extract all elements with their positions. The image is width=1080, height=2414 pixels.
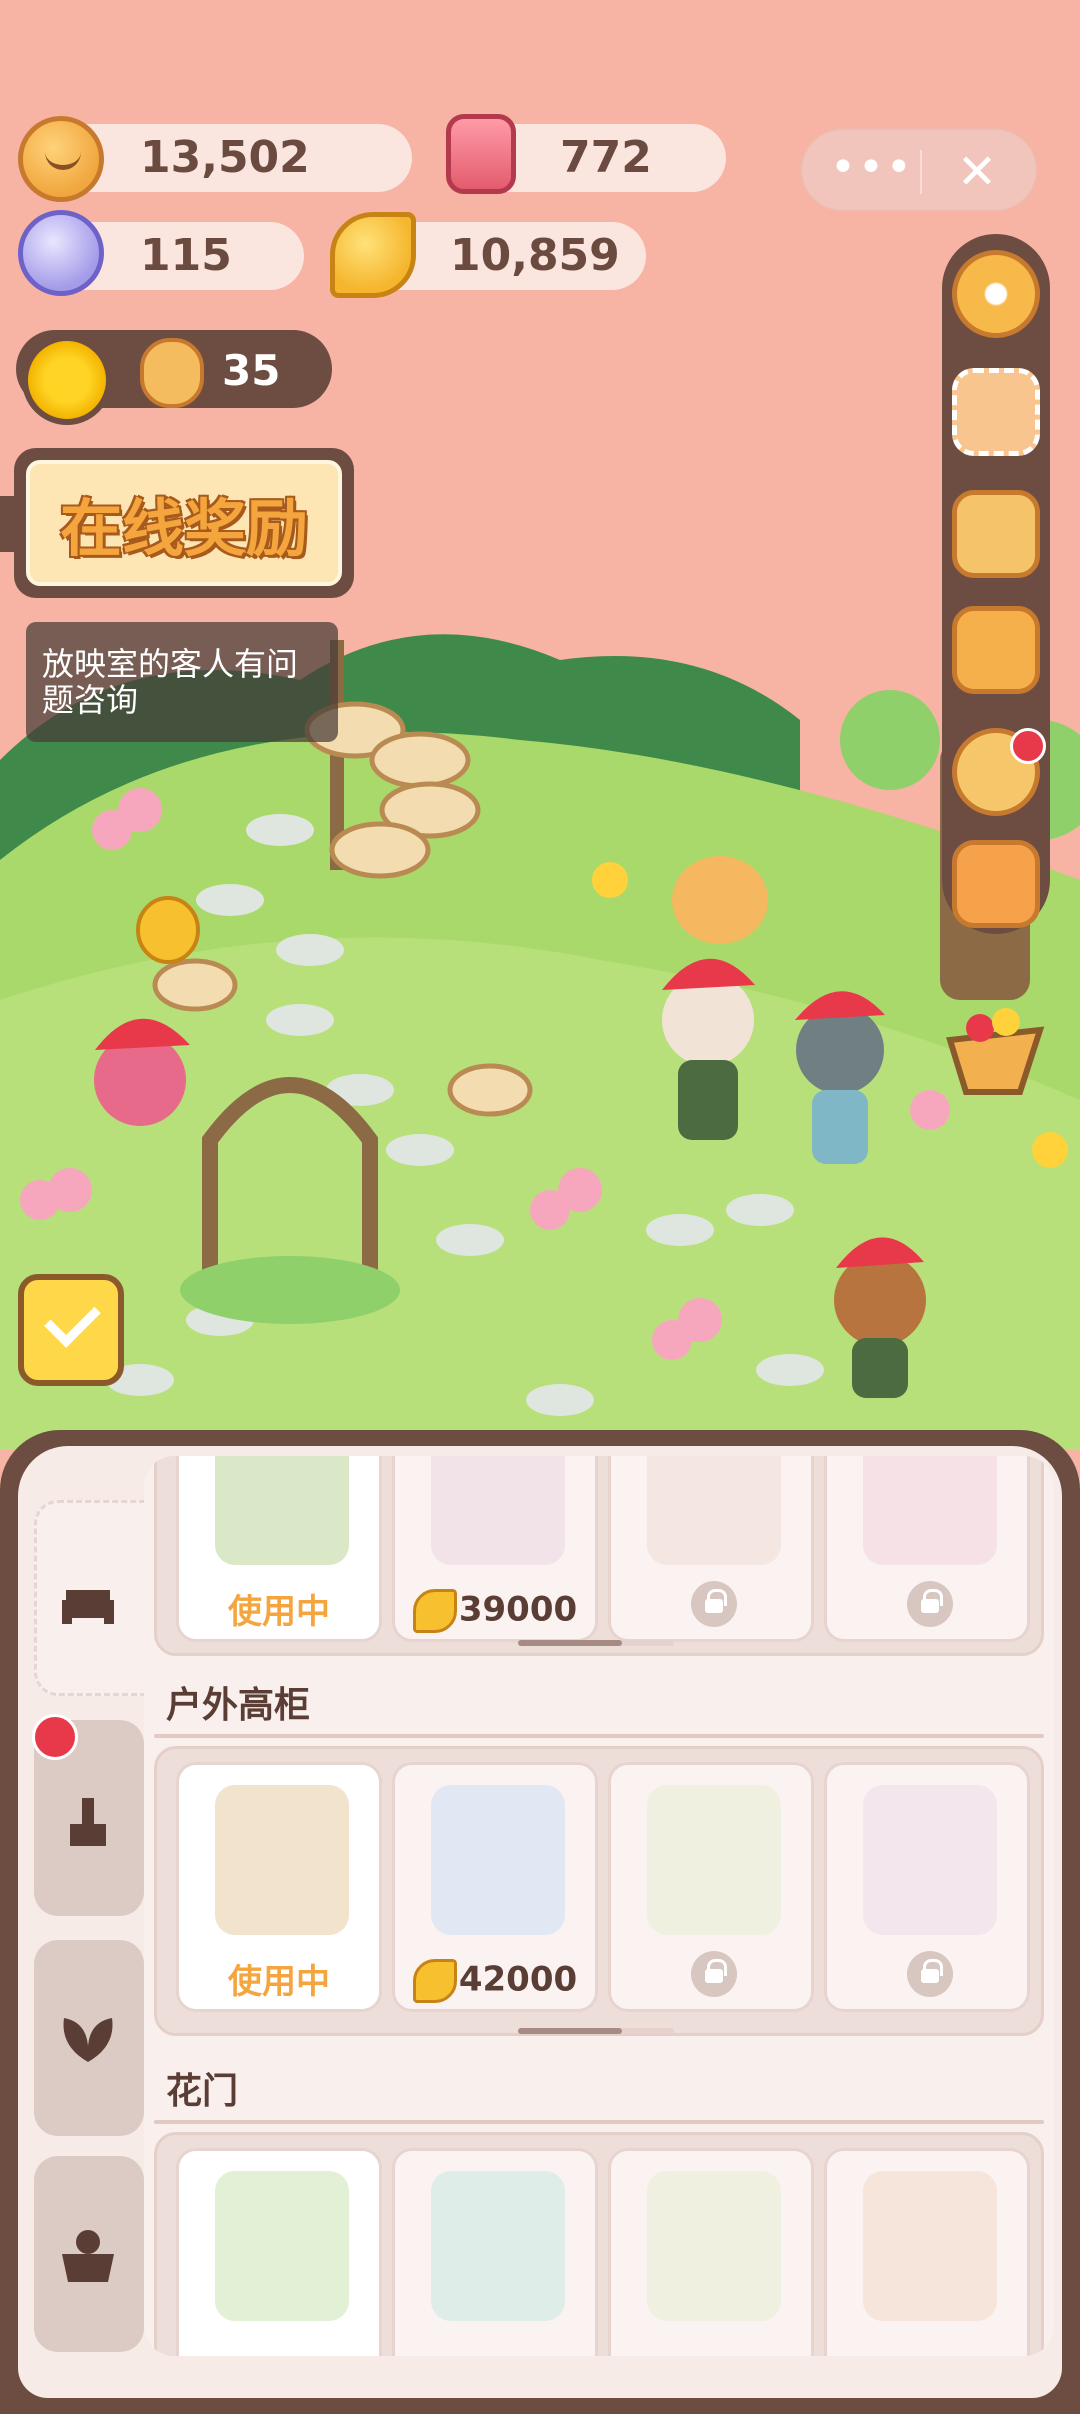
cookie-amount: 13,502 (140, 132, 310, 183)
item-card[interactable]: 使用中 (176, 1456, 382, 1642)
item-card[interactable] (392, 2148, 598, 2356)
guest-question-tip[interactable]: 放映室的客人有问题咨询 (26, 622, 338, 742)
item-card[interactable]: 39000 (392, 1456, 598, 1642)
swing-set-art (215, 1456, 349, 1565)
candy-gem-icon (18, 210, 104, 296)
golden-leaf-icon (330, 212, 416, 298)
item-card[interactable] (824, 2148, 1030, 2356)
in-use-label: 使用中 (228, 1592, 330, 1632)
fruit-basket-icon[interactable] (940, 1000, 1052, 1100)
section-title: 户外高柜 (166, 1685, 311, 1726)
price-value: 39000 (458, 1589, 578, 1630)
item-card[interactable] (608, 1456, 814, 1642)
swing-art (647, 1456, 781, 1565)
notification-dot (1010, 728, 1046, 764)
golden-leaf-icon (412, 1959, 457, 2003)
lock-icon (691, 1951, 737, 1997)
online-reward-title: 在线奖励 (26, 460, 342, 586)
golden-leaf-icon (412, 1589, 457, 1633)
price-label: 39000 (395, 1589, 595, 1633)
row-scroll-thumb[interactable] (518, 2028, 622, 2034)
flower-cabinet-art (431, 1785, 565, 1935)
camera-icon[interactable] (952, 840, 1040, 928)
item-catalog[interactable]: 使用中 39000 户外高柜 使用中 42000 花门 (144, 1456, 1054, 2356)
right-toolbar (942, 234, 1050, 934)
more-options-button[interactable]: ••• (830, 140, 912, 204)
vine-arch-art (215, 2171, 349, 2321)
lock-icon (907, 1951, 953, 1997)
section-title: 花门 (166, 2071, 239, 2112)
row-scrollbar[interactable] (518, 2028, 674, 2034)
item-card[interactable] (824, 1456, 1030, 1642)
bear-box-icon (62, 2230, 114, 2282)
statue-art (647, 1785, 781, 1935)
notification-dot (32, 1714, 78, 1760)
gear-icon[interactable] (952, 250, 1040, 338)
item-card[interactable]: 使用中 (176, 1762, 382, 2012)
miniprogram-capsule: ••• ✕ (800, 128, 1038, 212)
in-use-label: 使用中 (228, 1962, 330, 2002)
stump-shelf-art (215, 1785, 349, 1935)
backpack-icon[interactable] (952, 606, 1040, 694)
item-card[interactable] (176, 2148, 382, 2356)
cookie-icon (18, 116, 104, 202)
pink-swing-art (863, 1456, 997, 1565)
bear-count: 35 (222, 346, 281, 395)
lock-icon (691, 1581, 737, 1627)
brush-icon (70, 1798, 106, 1846)
section-divider (154, 2120, 1044, 2124)
gem-amount: 115 (140, 230, 232, 281)
item-card[interactable] (608, 1762, 814, 2012)
clock-arch-art (863, 2171, 997, 2321)
candle-icon (446, 114, 516, 194)
price-label: 42000 (395, 1959, 595, 2003)
online-reward-button[interactable]: 在线奖励 (14, 448, 354, 598)
armchair-icon (62, 1590, 114, 1624)
star-shop-icon[interactable] (952, 490, 1040, 578)
row-scroll-thumb[interactable] (518, 1640, 622, 1646)
item-card[interactable] (824, 1762, 1030, 2012)
leaf-icon (63, 2018, 113, 2062)
capsule-divider (920, 150, 922, 194)
sun-icon[interactable] (22, 335, 112, 425)
price-value: 42000 (458, 1959, 578, 2000)
item-card[interactable] (608, 2148, 814, 2356)
row-scrollbar[interactable] (518, 1640, 674, 1646)
bear-cookie-icon (140, 338, 204, 408)
task-checklist-icon[interactable] (18, 1274, 124, 1386)
candle-amount: 772 (560, 132, 652, 183)
garden-arch-art (647, 2171, 781, 2321)
close-button[interactable]: ✕ (942, 140, 1012, 204)
leaf-amount: 10,859 (450, 230, 620, 281)
section-divider (154, 1734, 1044, 1738)
flower-arch-art (431, 2171, 565, 2321)
lock-icon (907, 1581, 953, 1627)
cat-cabinet-art (863, 1785, 997, 1935)
item-card[interactable]: 42000 (392, 1762, 598, 2012)
tent-art (431, 1456, 565, 1565)
photo-frame-icon[interactable] (952, 368, 1040, 456)
